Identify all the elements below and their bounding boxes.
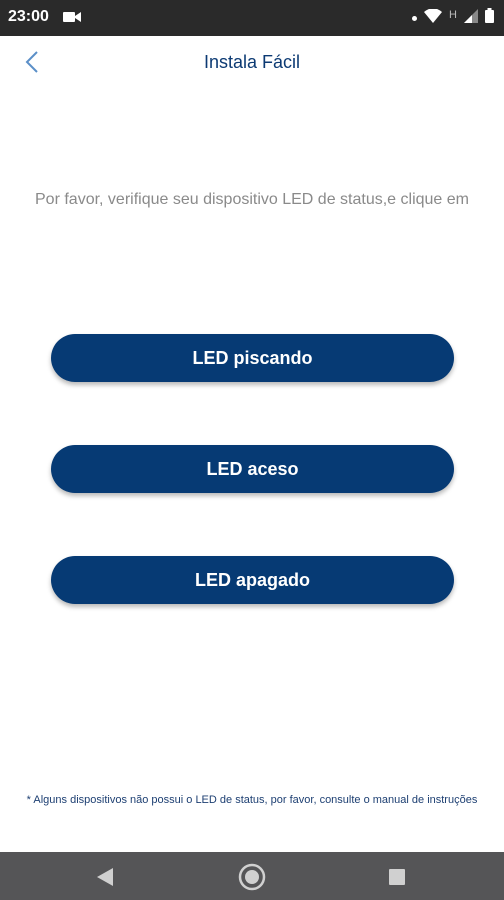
- status-icons: H: [412, 7, 494, 28]
- footnote-text: * Alguns dispositivos não possui o LED d…: [26, 794, 478, 806]
- app-header: Instala Fácil: [0, 36, 504, 92]
- status-bar: 23:00 H: [0, 0, 504, 36]
- battery-icon: [485, 8, 494, 28]
- network-type-label: H: [449, 9, 457, 21]
- notification-dot-icon: [412, 15, 418, 21]
- nav-home-icon[interactable]: [238, 863, 266, 896]
- led-off-button[interactable]: LED apagado: [51, 556, 454, 604]
- system-nav-bar: [0, 852, 504, 900]
- video-camera-icon: [63, 10, 81, 28]
- led-on-button[interactable]: LED aceso: [51, 445, 454, 493]
- status-time: 23:00: [8, 8, 49, 25]
- instruction-text: Por favor, verifique seu dispositivo LED…: [35, 191, 469, 208]
- nav-recents-icon[interactable]: [389, 869, 405, 885]
- page-title: Instala Fácil: [203, 52, 301, 72]
- led-blinking-button[interactable]: LED piscando: [51, 334, 454, 382]
- cell-signal-icon: [464, 8, 478, 28]
- wifi-icon: [424, 7, 443, 28]
- nav-back-icon[interactable]: [97, 868, 113, 891]
